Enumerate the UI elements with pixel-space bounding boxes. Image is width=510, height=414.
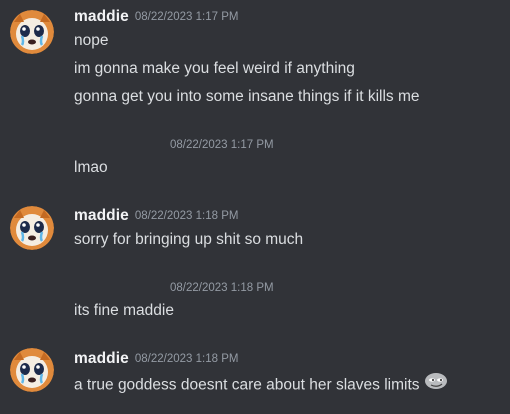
avatar-image <box>10 348 54 392</box>
message-timestamp[interactable]: 08/22/2023 1:18 PM <box>170 282 274 294</box>
username[interactable]: maddie <box>74 350 129 367</box>
message-text-content: a true goddess doesnt care about her sla… <box>74 376 420 394</box>
message-text: nope <box>74 32 109 49</box>
message-timestamp[interactable]: 08/22/2023 1:18 PM <box>135 353 239 365</box>
message-text: lmao <box>74 159 108 176</box>
message-timestamp[interactable]: 08/22/2023 1:18 PM <box>135 210 239 222</box>
message-text: a true goddess doesnt care about her sla… <box>74 372 448 397</box>
chat-messages: maddie 08/22/2023 1:17 PM nope im gonna m… <box>0 0 510 414</box>
message-header: maddie 08/22/2023 1:18 PM <box>74 207 238 225</box>
message-text: sorry for bringing up shit so much <box>74 231 304 248</box>
message-text: gonna get you into some insane things if… <box>74 88 420 105</box>
avatar[interactable] <box>10 206 54 250</box>
avatar[interactable] <box>10 10 54 54</box>
message-text: im gonna make you feel weird if anything <box>74 60 355 77</box>
message-timestamp[interactable]: 08/22/2023 1:17 PM <box>170 139 274 151</box>
username[interactable]: maddie <box>74 8 129 25</box>
avatar-image <box>10 206 54 250</box>
avatar-image <box>10 10 54 54</box>
message-header: maddie 08/22/2023 1:17 PM <box>74 8 238 26</box>
avatar[interactable] <box>10 348 54 392</box>
username[interactable]: maddie <box>74 207 129 224</box>
smirk-emoji-icon[interactable] <box>424 372 448 395</box>
message-header: maddie 08/22/2023 1:18 PM <box>74 350 238 368</box>
message-text: its fine maddie <box>74 302 174 319</box>
message-timestamp[interactable]: 08/22/2023 1:17 PM <box>135 11 239 23</box>
